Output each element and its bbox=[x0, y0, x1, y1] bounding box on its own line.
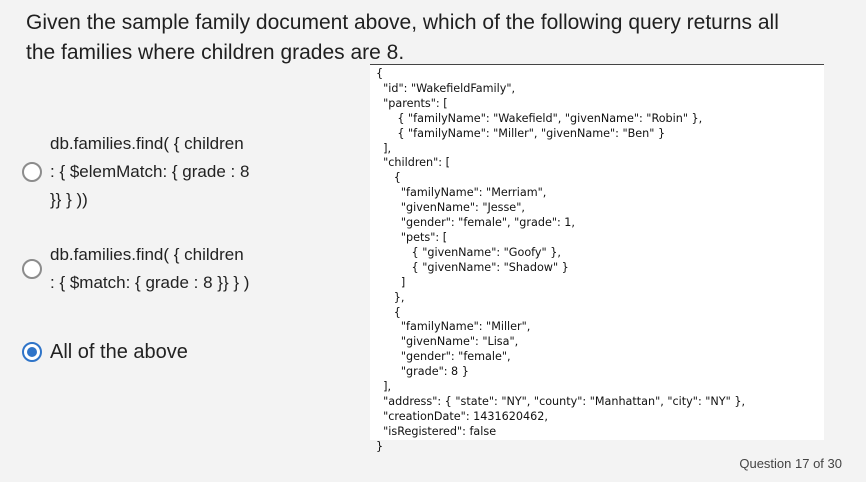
document-line: { "familyName": "Wakefield", "givenName"… bbox=[376, 111, 703, 125]
option-label: db.families.find( { children : { $match:… bbox=[50, 241, 249, 297]
document-line: "pets": [ bbox=[376, 230, 448, 244]
option-label-line: db.families.find( { children bbox=[50, 245, 244, 264]
document-line: } bbox=[376, 439, 384, 453]
document-line: "children": [ bbox=[376, 156, 450, 170]
document-line: ], bbox=[376, 380, 392, 394]
radio-button-selected[interactable] bbox=[22, 342, 42, 362]
option-label-line: : { $elemMatch: { grade : 8 bbox=[50, 162, 250, 181]
option-label-line: All of the above bbox=[50, 341, 188, 363]
document-line: { "givenName": "Goofy" }, bbox=[376, 245, 561, 259]
document-line: "creationDate": 1431620462, bbox=[376, 409, 548, 423]
radio-button[interactable] bbox=[22, 162, 42, 182]
document-line: ] bbox=[376, 275, 406, 289]
document-line: "gender": "female", bbox=[376, 350, 511, 364]
question-counter: Question 17 of 30 bbox=[739, 456, 842, 471]
option-label: All of the above bbox=[50, 338, 188, 366]
document-line: "address": { "state": "NY", "county": "M… bbox=[376, 394, 745, 408]
option-label-line: db.families.find( { children bbox=[50, 134, 244, 153]
document-line: { bbox=[376, 171, 401, 185]
document-line: { bbox=[376, 305, 401, 319]
document-line: "gender": "female", "grade": 1, bbox=[376, 216, 575, 230]
option-label-line: : { $match: { grade : 8 }} } ) bbox=[50, 273, 250, 292]
document-line: "id": "WakefieldFamily", bbox=[376, 81, 516, 95]
document-line: ], bbox=[376, 141, 392, 155]
option-label-line: }} } )) bbox=[50, 190, 88, 209]
document-line: }, bbox=[376, 290, 405, 304]
option-label: db.families.find( { children : { $elemMa… bbox=[50, 130, 249, 214]
sample-document: { "id": "WakefieldFamily", "parents": [ … bbox=[370, 64, 824, 453]
document-line: "familyName": "Miller", bbox=[376, 320, 531, 334]
document-line: { "familyName": "Miller", "givenName": "… bbox=[376, 126, 666, 140]
document-line: "familyName": "Merriam", bbox=[376, 186, 547, 200]
document-line: "givenName": "Jesse", bbox=[376, 201, 525, 215]
document-line: "parents": [ bbox=[376, 96, 448, 110]
document-line: "isRegistered": false bbox=[376, 424, 497, 438]
document-line: "givenName": "Lisa", bbox=[376, 335, 519, 349]
radio-button[interactable] bbox=[22, 259, 42, 279]
answer-options: db.families.find( { children : { $elemMa… bbox=[22, 0, 362, 482]
option-match[interactable]: db.families.find( { children : { $match:… bbox=[22, 241, 249, 297]
option-all-of-the-above[interactable]: All of the above bbox=[22, 338, 188, 366]
document-line: { "givenName": "Shadow" } bbox=[376, 260, 569, 274]
document-line: { bbox=[376, 67, 384, 80]
document-line: "grade": 8 } bbox=[376, 365, 469, 379]
option-elemmatch[interactable]: db.families.find( { children : { $elemMa… bbox=[22, 130, 249, 214]
